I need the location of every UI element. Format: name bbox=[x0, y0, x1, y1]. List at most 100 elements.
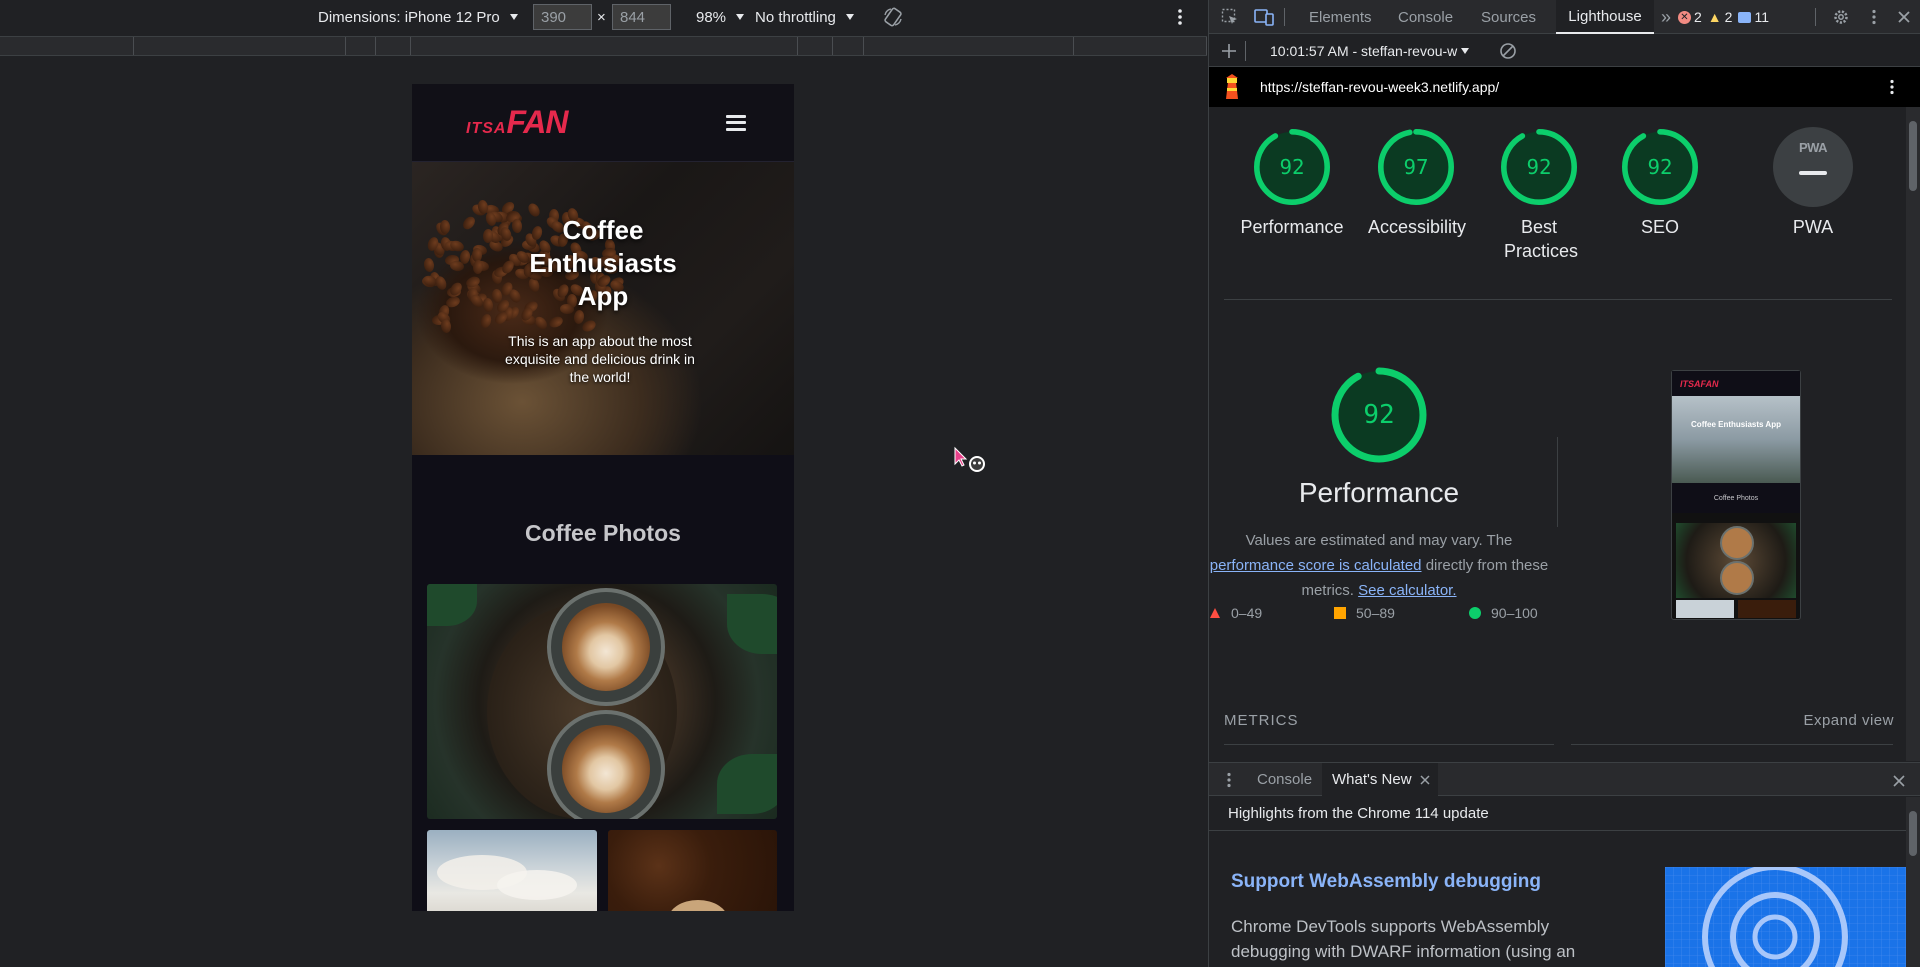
rotate-button[interactable] bbox=[882, 0, 904, 34]
messages-badge[interactable]: 11 bbox=[1738, 9, 1769, 25]
report-select-label: 10:01:57 AM - steffan-revou-w bbox=[1270, 43, 1458, 59]
media-query-segment[interactable] bbox=[0, 37, 134, 55]
plus-icon bbox=[1222, 44, 1236, 58]
customize-button[interactable] bbox=[1857, 0, 1891, 34]
gauge-score: 92 bbox=[1526, 155, 1551, 179]
throttling-label: No throttling bbox=[755, 8, 836, 26]
error-icon: ✕ bbox=[1678, 10, 1691, 24]
bean-decoration bbox=[547, 314, 565, 330]
hamburger-menu-icon[interactable] bbox=[726, 114, 746, 131]
site-logo[interactable]: ITSA FAN bbox=[466, 104, 568, 141]
gauge-performance[interactable]: 92 Performance bbox=[1231, 127, 1353, 239]
media-query-segment[interactable] bbox=[833, 37, 864, 55]
bean-decoration bbox=[423, 257, 435, 274]
report-url[interactable]: https://steffan-revou-week3.netlify.app/ bbox=[1260, 79, 1499, 95]
emulation-toolbar: Dimensions: iPhone 12 Pro × 98% No throt… bbox=[0, 0, 1207, 34]
legend-average: 50–89 bbox=[1334, 605, 1395, 621]
more-tabs-button[interactable]: » bbox=[1654, 0, 1678, 34]
metrics-label: METRICS bbox=[1224, 712, 1299, 729]
close-devtools-button[interactable] bbox=[1887, 0, 1920, 34]
media-query-segment[interactable] bbox=[1074, 37, 1207, 55]
cursor-icon bbox=[954, 446, 985, 472]
media-query-bar[interactable] bbox=[0, 36, 1207, 56]
section-title: Coffee Photos bbox=[525, 520, 681, 546]
final-screenshot-thumbnail[interactable]: ITSAFAN Coffee Enthusiasts App Coffee Ph… bbox=[1671, 370, 1801, 620]
drawer-tabbar: Console What's New bbox=[1209, 762, 1920, 796]
gear-icon bbox=[1834, 10, 1848, 24]
media-query-segment[interactable] bbox=[411, 37, 798, 55]
device-toolbar-button[interactable] bbox=[1247, 0, 1281, 34]
score-calculated-link[interactable]: performance score is calculated bbox=[1210, 557, 1422, 574]
settings-button[interactable] bbox=[1824, 0, 1858, 34]
width-input[interactable] bbox=[533, 4, 592, 30]
report-select[interactable]: 10:01:57 AM - steffan-revou-w bbox=[1270, 35, 1470, 67]
media-query-segment[interactable] bbox=[346, 37, 376, 55]
gauge-ring: 92 bbox=[1252, 127, 1332, 207]
bean-decoration bbox=[472, 259, 484, 275]
gauge-label: Accessibility bbox=[1368, 217, 1467, 237]
gauge-label: SEO bbox=[1640, 217, 1679, 237]
site-navbar: ITSA FAN bbox=[412, 84, 794, 162]
tab-console[interactable]: Console bbox=[1388, 0, 1463, 34]
gauge-ring: 92 bbox=[1620, 127, 1700, 207]
metrics-header: METRICS Expand view bbox=[1224, 712, 1894, 729]
dimensions-select[interactable]: Dimensions: iPhone 12 Pro bbox=[318, 0, 518, 34]
report-url-bar: https://steffan-revou-week3.netlify.app/ bbox=[1209, 67, 1920, 107]
warnings-badge[interactable]: ▲ 2 bbox=[1708, 9, 1733, 25]
clear-reports-button[interactable] bbox=[1499, 42, 1517, 63]
drawer-menu-button[interactable] bbox=[1226, 772, 1232, 792]
media-query-segment[interactable] bbox=[134, 37, 346, 55]
more-options-button[interactable] bbox=[1177, 0, 1183, 34]
expand-view-toggle[interactable]: Expand view bbox=[1803, 712, 1894, 729]
media-query-segment[interactable] bbox=[864, 37, 1074, 55]
tab-elements[interactable]: Elements bbox=[1299, 0, 1382, 34]
feature-title[interactable]: Support WebAssembly debugging bbox=[1231, 871, 1541, 893]
rotate-icon bbox=[884, 7, 902, 27]
gauge-score: 97 bbox=[1403, 155, 1428, 179]
coffee-beans-photo bbox=[608, 830, 777, 911]
media-query-segment[interactable] bbox=[798, 37, 833, 55]
more-vert-icon bbox=[1872, 9, 1876, 25]
drawer-tab-whats-new[interactable]: What's New bbox=[1322, 763, 1438, 796]
inspect-icon bbox=[1221, 8, 1237, 24]
devtools-panel: Elements Console Sources Lighthouse » ✕ 2… bbox=[1208, 0, 1920, 967]
drawer-tab-console[interactable]: Console bbox=[1247, 763, 1322, 796]
bean-decoration bbox=[448, 260, 465, 273]
throttling-select[interactable]: No throttling bbox=[755, 0, 854, 34]
coffee-cups-photo bbox=[427, 584, 777, 819]
chevron-down-icon bbox=[509, 14, 518, 20]
whats-new-panel: Highlights from the Chrome 114 update Su… bbox=[1209, 797, 1907, 967]
gauge-accessibility[interactable]: 97 Accessibility bbox=[1368, 127, 1467, 239]
bean-decoration bbox=[478, 312, 493, 330]
zoom-select[interactable]: 98% bbox=[696, 0, 745, 34]
gauge-seo[interactable]: 92 SEO bbox=[1612, 127, 1708, 239]
tab-sources[interactable]: Sources bbox=[1471, 0, 1546, 34]
gauge-pwa[interactable]: PWA PWA bbox=[1763, 127, 1863, 239]
close-icon[interactable] bbox=[1420, 774, 1430, 785]
gauge-best-practices[interactable]: 92 Best Practices bbox=[1491, 127, 1587, 263]
gauge-score: 92 bbox=[1279, 155, 1304, 179]
more-vert-icon[interactable] bbox=[1889, 79, 1895, 95]
report-scrollbar[interactable] bbox=[1906, 107, 1920, 761]
gauge-score: 92 bbox=[1363, 400, 1394, 430]
drawer-scrollbar[interactable] bbox=[1906, 797, 1920, 967]
zoom-label: 98% bbox=[696, 8, 727, 26]
height-input[interactable] bbox=[612, 4, 671, 30]
media-query-segment[interactable] bbox=[376, 37, 411, 55]
device-emulation-area: Dimensions: iPhone 12 Pro × 98% No throt… bbox=[0, 0, 1207, 967]
lighthouse-icon bbox=[1226, 74, 1238, 99]
see-calculator-link[interactable]: See calculator. bbox=[1358, 582, 1456, 599]
thumb-logo: ITSAFAN bbox=[1680, 378, 1719, 389]
legend-pass: 90–100 bbox=[1469, 605, 1538, 621]
square-icon bbox=[1334, 607, 1346, 619]
tab-lighthouse[interactable]: Lighthouse bbox=[1556, 0, 1654, 34]
gauge-ring: 97 bbox=[1376, 127, 1456, 207]
new-report-button[interactable] bbox=[1221, 43, 1237, 62]
inspect-element-button[interactable] bbox=[1213, 0, 1247, 34]
gauge-ring: 92 bbox=[1499, 127, 1579, 207]
close-drawer-button[interactable] bbox=[1893, 774, 1905, 791]
errors-badge[interactable]: ✕ 2 bbox=[1678, 9, 1702, 25]
circle-icon bbox=[1469, 607, 1481, 619]
logo-big-text: FAN bbox=[506, 104, 568, 140]
lighthouse-toolbar: 10:01:57 AM - steffan-revou-w bbox=[1209, 35, 1920, 67]
